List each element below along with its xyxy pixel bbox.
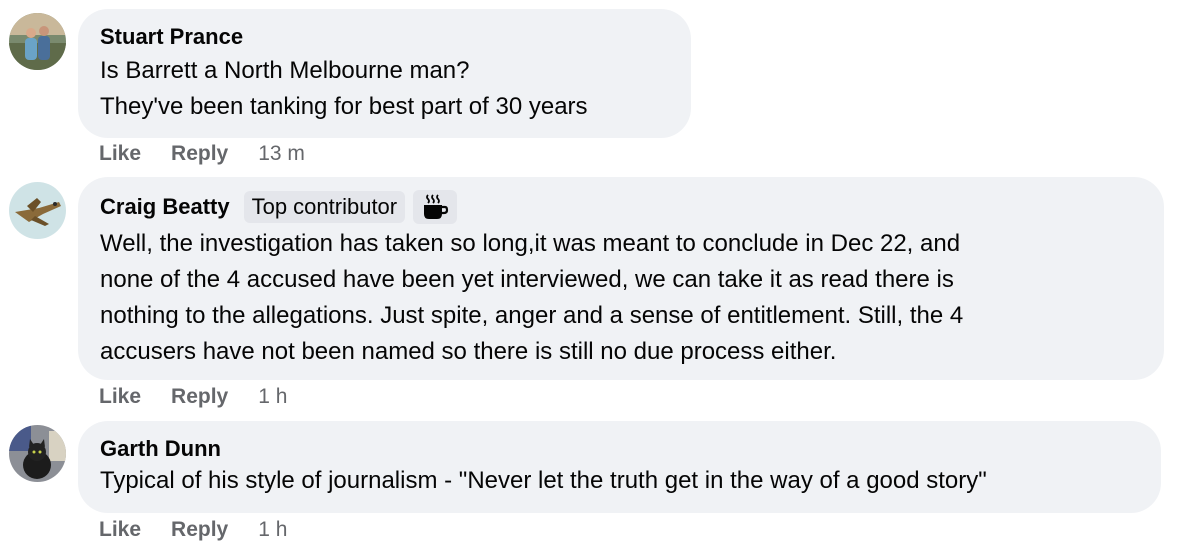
avatar-photo <box>9 13 66 70</box>
comment-line: They've been tanking for best part of 30… <box>100 93 588 120</box>
avatar[interactable] <box>9 425 66 482</box>
author-name[interactable]: Garth Dunn <box>100 436 221 462</box>
top-contributor-badge[interactable]: Top contributor <box>243 191 406 223</box>
timestamp[interactable]: 1 h <box>258 385 287 409</box>
author-name[interactable]: Stuart Prance <box>100 24 243 50</box>
avatar-photo <box>9 182 66 239</box>
comment-line: accusers have not been named so there is… <box>100 338 837 365</box>
like-button[interactable]: Like <box>99 518 141 542</box>
reply-button[interactable]: Reply <box>171 385 228 409</box>
coffee-cup-icon[interactable] <box>413 190 458 224</box>
comment-line: nothing to the allegations. Just spite, … <box>100 302 964 329</box>
reply-button[interactable]: Reply <box>171 518 228 542</box>
reply-button[interactable]: Reply <box>171 142 228 166</box>
comment-actions: Like Reply 13 m <box>99 142 305 166</box>
timestamp[interactable]: 13 m <box>258 142 305 166</box>
comment-bubble: Craig Beatty Top contributor Well, the i… <box>78 177 1164 380</box>
author-name[interactable]: Craig Beatty <box>100 194 230 220</box>
comment-line: Well, the investigation has taken so lon… <box>100 230 961 257</box>
comment-line: Typical of his style of journalism - "Ne… <box>100 467 987 494</box>
avatar-photo <box>9 425 66 482</box>
timestamp[interactable]: 1 h <box>258 518 287 542</box>
comment-text: Is Barrett a North Melbourne man? They'v… <box>100 53 669 125</box>
comment-bubble: Garth Dunn Typical of his style of journ… <box>78 421 1161 513</box>
comment-line: Is Barrett a North Melbourne man? <box>100 57 470 84</box>
avatar[interactable] <box>9 182 66 239</box>
comment-text: Well, the investigation has taken so lon… <box>100 226 1142 370</box>
like-button[interactable]: Like <box>99 385 141 409</box>
avatar[interactable] <box>9 13 66 70</box>
comment-line: none of the 4 accused have been yet inte… <box>100 266 954 293</box>
comment-actions: Like Reply 1 h <box>99 385 287 409</box>
comment-text: Typical of his style of journalism - "Ne… <box>100 463 1139 499</box>
like-button[interactable]: Like <box>99 142 141 166</box>
comment-bubble: Stuart Prance Is Barrett a North Melbour… <box>78 9 691 138</box>
comment-actions: Like Reply 1 h <box>99 518 287 542</box>
